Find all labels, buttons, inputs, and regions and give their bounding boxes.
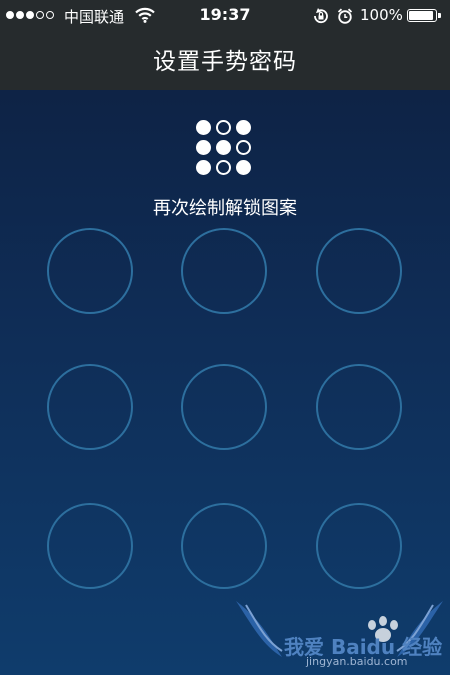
top-bar: 中国联通 19:37 100% 设置手势密码 <box>0 0 450 90</box>
page-title: 设置手势密码 <box>153 49 297 75</box>
battery-nub <box>438 13 441 18</box>
pattern-node[interactable] <box>316 503 402 589</box>
pattern-node[interactable] <box>316 228 402 314</box>
preview-dot <box>216 160 231 175</box>
pattern-node[interactable] <box>181 503 267 589</box>
alarm-clock-icon <box>337 8 353 28</box>
pattern-node[interactable] <box>316 364 402 450</box>
preview-dot <box>196 120 211 135</box>
preview-dot <box>216 120 231 135</box>
battery-percentage: 100% <box>360 6 403 24</box>
status-bar: 中国联通 19:37 100% <box>0 0 450 30</box>
pattern-node[interactable] <box>47 503 133 589</box>
pattern-node[interactable] <box>47 228 133 314</box>
baidu-jingyan-watermark: 我爱 Baidu 经验 jingyan.baidu.com <box>232 595 447 673</box>
pattern-node[interactable] <box>181 364 267 450</box>
pattern-preview-icon <box>195 119 255 179</box>
pattern-node[interactable] <box>181 228 267 314</box>
rotation-lock-icon <box>312 8 330 28</box>
pattern-node[interactable] <box>47 364 133 450</box>
preview-dot <box>216 140 231 155</box>
preview-dot <box>236 160 251 175</box>
battery-fill <box>409 11 433 20</box>
preview-dot <box>236 120 251 135</box>
gesture-password-screen: 中国联通 19:37 100% 设置手势密码 再次绘制解锁图案 我爱 Baidu… <box>0 0 450 675</box>
instruction-text: 再次绘制解锁图案 <box>153 198 297 219</box>
battery-icon <box>407 9 441 22</box>
preview-dot <box>236 140 251 155</box>
preview-dot <box>196 160 211 175</box>
preview-dot <box>196 140 211 155</box>
watermark-url: jingyan.baidu.com <box>306 655 408 668</box>
